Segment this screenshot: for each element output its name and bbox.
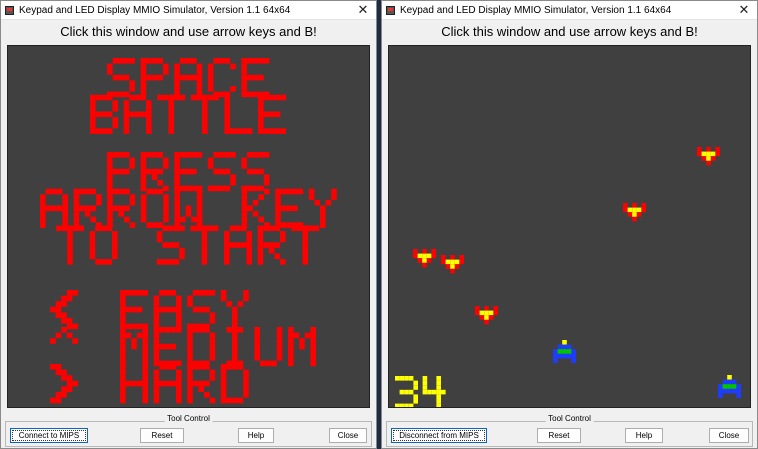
reset-button[interactable]: Reset — [537, 428, 581, 443]
window-title: Keypad and LED Display MMIO Simulator, V… — [19, 4, 291, 16]
tool-control-group: Tool Control Connect to MIPS Reset Help … — [5, 414, 372, 447]
title-bar[interactable]: Keypad and LED Display MMIO Simulator, V… — [382, 1, 757, 20]
prompt-line-1 — [40, 188, 337, 228]
title-line-1 — [90, 94, 286, 134]
led-display[interactable] — [7, 45, 370, 408]
disconnect-from-mips-button[interactable]: Disconnect from MIPS — [391, 428, 487, 443]
mmio-simulator-window-right[interactable]: Keypad and LED Display MMIO Simulator, V… — [381, 0, 758, 449]
app-icon — [386, 5, 395, 15]
enemy-ship-0 — [697, 147, 720, 166]
prompt-line-0 — [107, 152, 270, 192]
led-display-canvas — [395, 147, 741, 407]
score-display — [395, 376, 446, 407]
close-window-icon[interactable]: ✕ — [731, 1, 757, 19]
menu-label-0 — [120, 290, 249, 330]
player-ship-1 — [718, 375, 741, 398]
menu-label-1 — [120, 327, 316, 367]
app-icon — [5, 5, 14, 15]
prompt-line-2 — [56, 225, 320, 265]
enemy-ship-2 — [413, 249, 436, 268]
reset-button[interactable]: Reset — [140, 428, 184, 443]
menu-key-1 — [50, 327, 78, 344]
player-ship-0 — [553, 340, 576, 363]
help-button[interactable]: Help — [625, 428, 663, 443]
led-display[interactable] — [388, 45, 751, 408]
tool-control-legend: Tool Control — [545, 414, 594, 423]
connect-to-mips-button[interactable]: Connect to MIPS — [10, 428, 88, 443]
help-button[interactable]: Help — [238, 428, 274, 443]
window-title: Keypad and LED Display MMIO Simulator, V… — [400, 4, 672, 16]
enemy-ship-3 — [441, 255, 464, 274]
close-button[interactable]: Close — [329, 428, 367, 443]
tool-control-group: Tool Control Disconnect from MIPS Reset … — [386, 414, 753, 447]
menu-key-2 — [50, 364, 78, 404]
enemy-ship-1 — [623, 203, 646, 222]
instruction-text: Click this window and use arrow keys and… — [60, 24, 317, 39]
title-bar[interactable]: Keypad and LED Display MMIO Simulator, V… — [1, 1, 376, 20]
title-line-0 — [107, 58, 270, 98]
menu-key-0 — [50, 290, 78, 330]
mmio-simulator-window-left[interactable]: Keypad and LED Display MMIO Simulator, V… — [0, 0, 377, 449]
led-display-canvas — [40, 58, 337, 404]
menu-label-2 — [120, 364, 249, 404]
close-window-icon[interactable]: ✕ — [350, 1, 376, 19]
close-button[interactable]: Close — [709, 428, 749, 443]
instruction-text: Click this window and use arrow keys and… — [441, 24, 698, 39]
tool-control-legend: Tool Control — [164, 414, 213, 423]
enemy-ship-4 — [475, 306, 498, 325]
